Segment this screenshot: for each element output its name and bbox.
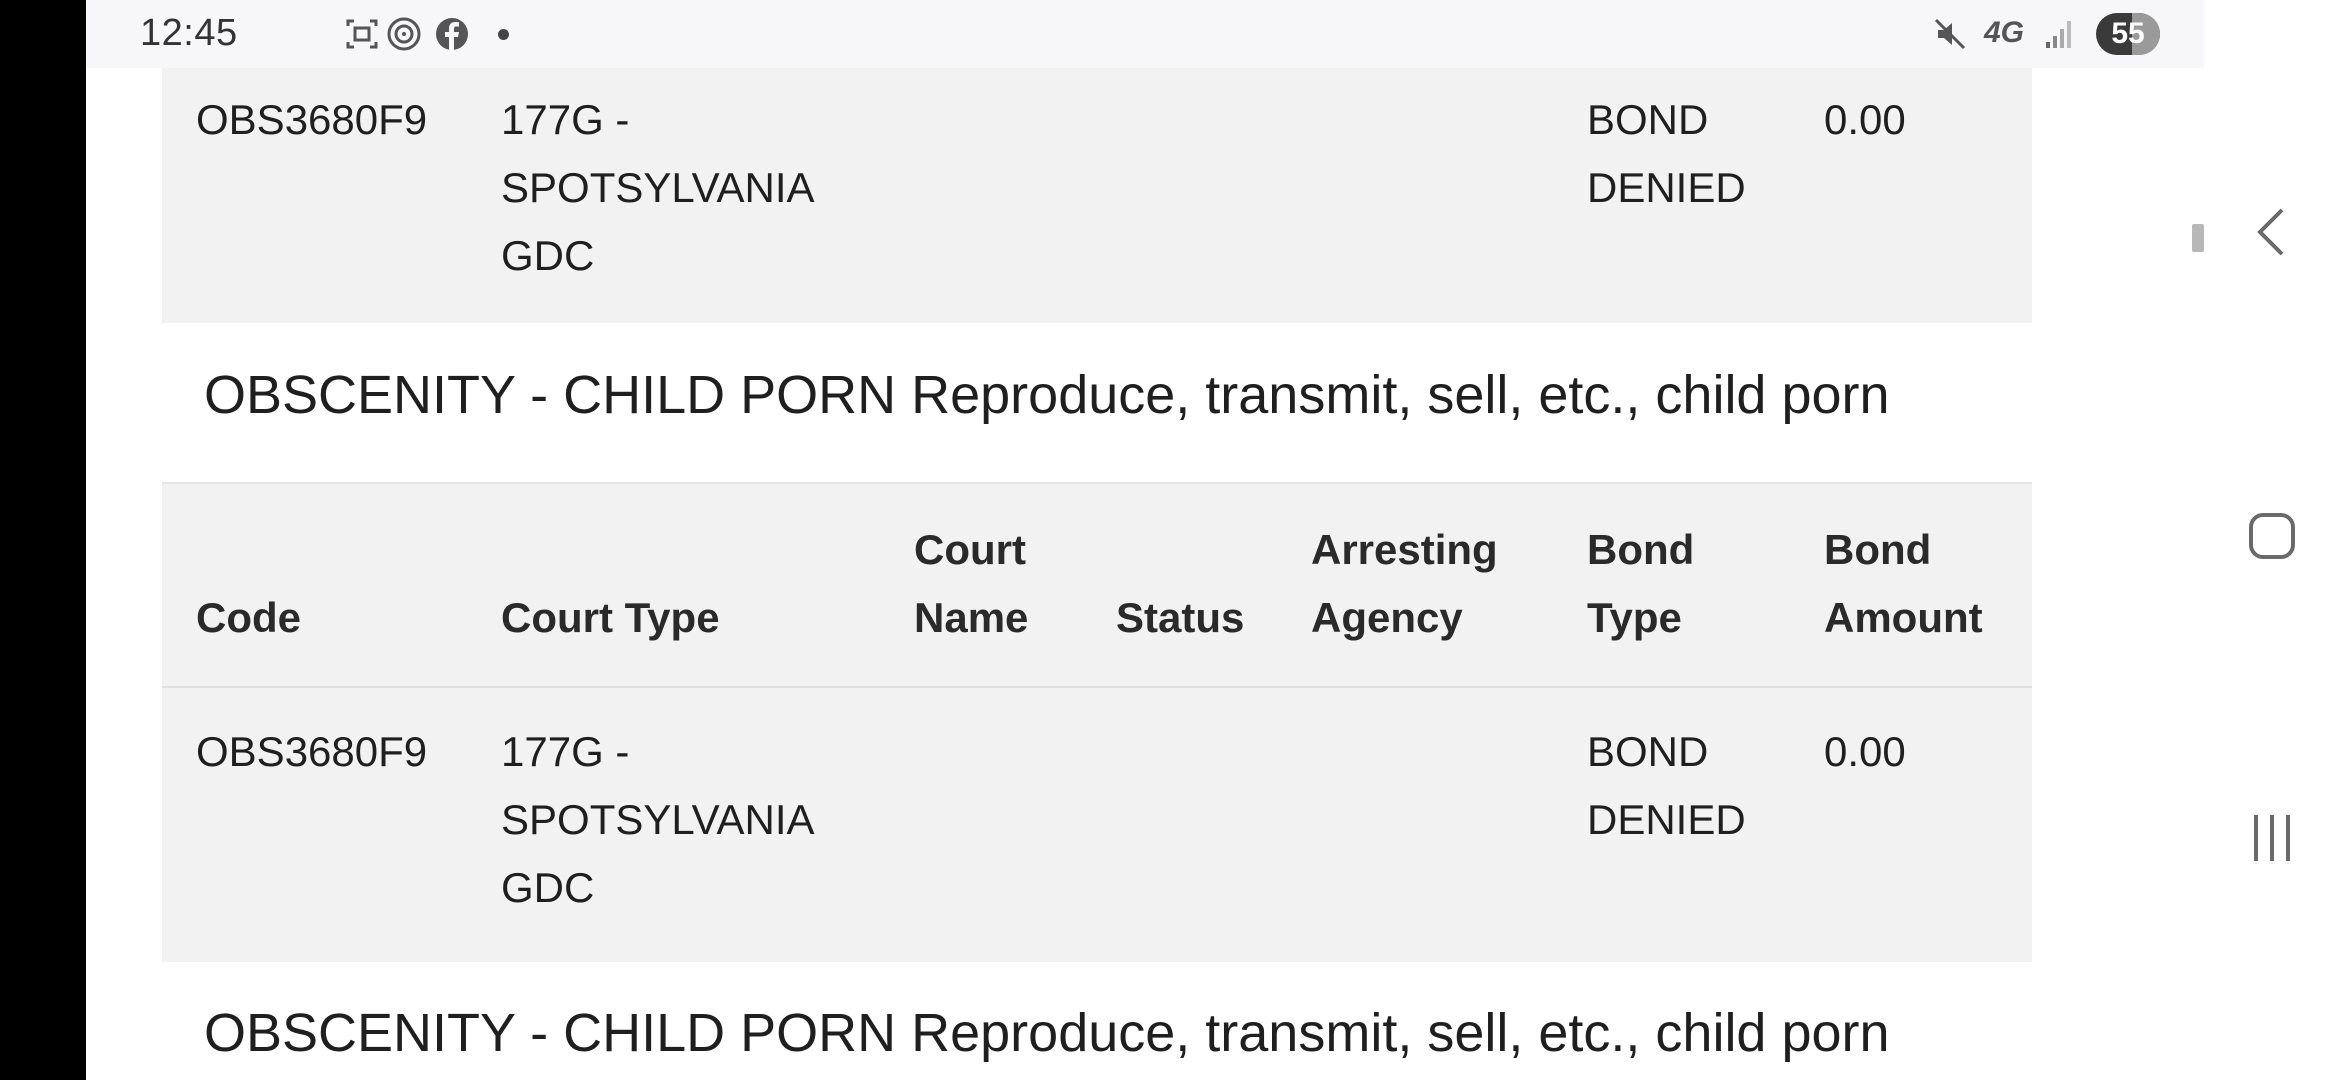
- battery-indicator: 55: [2096, 13, 2160, 55]
- threads-icon: [387, 17, 421, 51]
- scrollbar-thumb[interactable]: [2192, 224, 2204, 252]
- network-label: 4G: [1984, 16, 2025, 49]
- signal-icon: [2046, 21, 2071, 48]
- cell-bond-type: BOND DENIED: [1587, 96, 1746, 211]
- table-header: Code Court Type Court Name Status Arrest…: [162, 482, 2032, 690]
- back-button[interactable]: [2240, 200, 2304, 264]
- facebook-icon: [436, 18, 468, 50]
- cell-code: OBS3680F9: [196, 728, 428, 775]
- mute-icon: [1934, 18, 1966, 50]
- cell-bond-amount: 0.00: [1824, 728, 1906, 775]
- table-row: OBS3680F9 177G - SPOTSYLVANIA GDC BOND D…: [162, 68, 2032, 323]
- header-bond-type: Bond Type: [1587, 526, 1695, 641]
- status-bar: 12:45 4G 55: [86, 0, 2204, 68]
- home-icon: [2249, 513, 2295, 559]
- battery-level: 55: [2111, 17, 2145, 50]
- cell-bond-type: BOND DENIED: [1587, 728, 1746, 843]
- cell-bond-amount: 0.00: [1824, 96, 1906, 143]
- back-icon: [2257, 208, 2284, 256]
- recents-button[interactable]: [2240, 806, 2304, 870]
- table-row: OBS3680F9 177G - SPOTSYLVANIA GDC BOND D…: [162, 688, 2032, 962]
- charges-content: OBS3680F9 177G - SPOTSYLVANIA GDC BOND D…: [86, 68, 2204, 1080]
- cell-court-type: 177G - SPOTSYLVANIA GDC: [501, 96, 815, 279]
- status-time: 12:45: [140, 12, 238, 54]
- charge-title: OBSCENITY - CHILD PORN Reproduce, transm…: [204, 365, 1890, 425]
- left-black-bar: [0, 0, 86, 1080]
- header-court-name: Court Name: [914, 526, 1029, 641]
- cell-court-type: 177G - SPOTSYLVANIA GDC: [501, 728, 815, 911]
- charge-title: OBSCENITY - CHILD PORN Reproduce, transm…: [204, 1003, 1890, 1063]
- header-status: Status: [1116, 594, 1245, 641]
- header-bond-amount: Bond Amount: [1824, 526, 1983, 641]
- cell-code: OBS3680F9: [196, 96, 428, 143]
- home-button[interactable]: [2240, 504, 2304, 568]
- header-court-type: Court Type: [501, 594, 720, 641]
- screenshot-icon: [346, 19, 378, 49]
- header-arresting-agency: Arresting Agency: [1311, 526, 1498, 641]
- header-code: Code: [196, 594, 301, 641]
- notification-dot-icon: [498, 29, 509, 40]
- recents-icon: [2254, 815, 2290, 861]
